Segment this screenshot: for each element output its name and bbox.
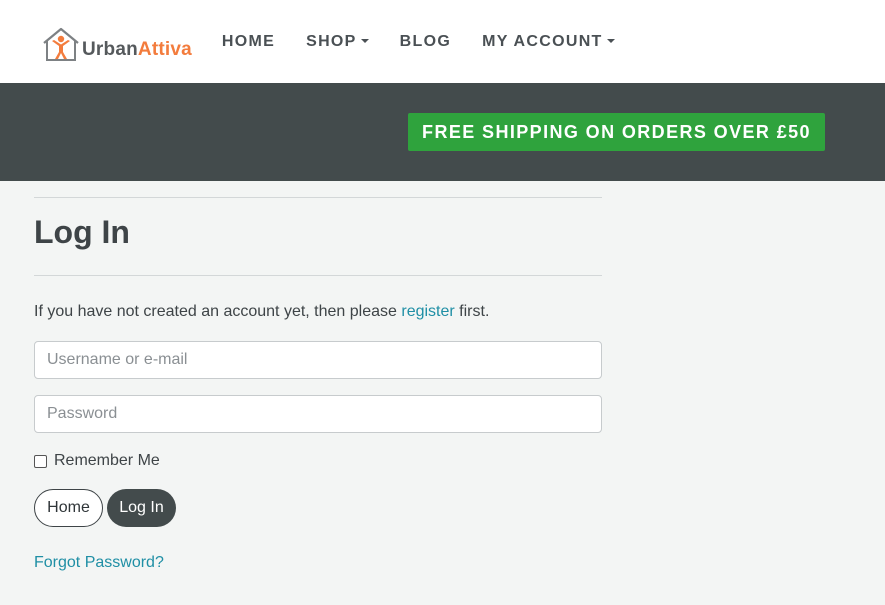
remember-me-checkbox[interactable] [34,454,47,468]
remember-me: Remember Me [34,452,160,470]
promo-banner: FREE SHIPPING ON ORDERS OVER £50 [0,83,885,181]
brand-name: UrbanAttiva [82,38,192,60]
top-navbar: UrbanAttiva HOME SHOP BLOG MY ACCOUNT [0,0,885,83]
register-prompt: If you have not created an account yet, … [34,303,490,320]
login-button[interactable]: Log In [107,489,176,527]
house-person-icon [43,27,79,61]
nav-home[interactable]: HOME [222,33,275,51]
caret-down-icon [606,38,615,43]
page-title: Log In [34,214,130,250]
brand-logo[interactable]: UrbanAttiva [41,22,192,62]
remember-me-label: Remember Me [54,452,160,469]
nav-my-account[interactable]: MY ACCOUNT [482,33,615,51]
free-shipping-badge: FREE SHIPPING ON ORDERS OVER £50 [408,113,825,151]
register-link[interactable]: register [401,303,454,320]
password-input[interactable] [34,395,602,433]
main-nav: HOME SHOP BLOG MY ACCOUNT [222,33,646,51]
forgot-password-link[interactable]: Forgot Password? [34,554,164,572]
username-input[interactable] [34,341,602,379]
caret-down-icon [360,38,369,43]
nav-shop[interactable]: SHOP [306,33,369,51]
home-button[interactable]: Home [34,489,103,527]
divider-top [34,197,602,198]
divider-bottom [34,275,602,276]
nav-blog[interactable]: BLOG [400,33,451,51]
